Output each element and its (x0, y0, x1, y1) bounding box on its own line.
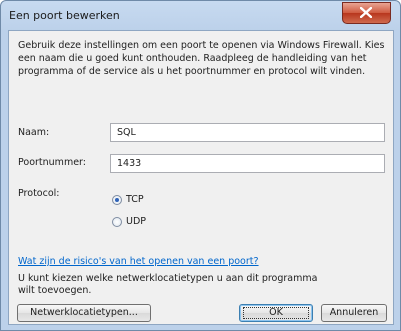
dialog-window: Een poort bewerken Gebruik deze instelli… (0, 0, 401, 331)
udp-radio[interactable] (112, 216, 122, 227)
ok-button[interactable]: OK (239, 304, 313, 322)
tcp-label: TCP (126, 194, 144, 205)
name-label: Naam: (18, 127, 50, 138)
protocol-label: Protocol: (18, 188, 60, 199)
udp-label: UDP (126, 216, 146, 227)
cancel-button[interactable]: Annuleren (321, 304, 387, 322)
window-title: Een poort bewerken (9, 9, 120, 22)
close-button[interactable] (342, 2, 391, 24)
title-bar[interactable]: Een poort bewerken (1, 1, 400, 29)
description-text: Gebruik deze instellingen om een poort t… (18, 40, 385, 77)
name-input[interactable] (110, 123, 385, 142)
close-icon (360, 7, 372, 18)
port-label: Poortnummer: (18, 157, 86, 168)
protocol-option-udp[interactable]: UDP (112, 216, 146, 227)
network-types-button[interactable]: Netwerklocatietypen... (17, 304, 151, 322)
tcp-radio[interactable] (112, 194, 122, 205)
dialog-content: Gebruik deze instellingen om een poort t… (8, 30, 394, 325)
network-info-text: U kunt kiezen welke netwerklocatietypen … (18, 273, 318, 296)
risk-help-link[interactable]: Wat zijn de risico's van het openen van … (18, 256, 259, 267)
protocol-option-tcp[interactable]: TCP (112, 194, 144, 205)
port-input[interactable] (110, 154, 385, 173)
